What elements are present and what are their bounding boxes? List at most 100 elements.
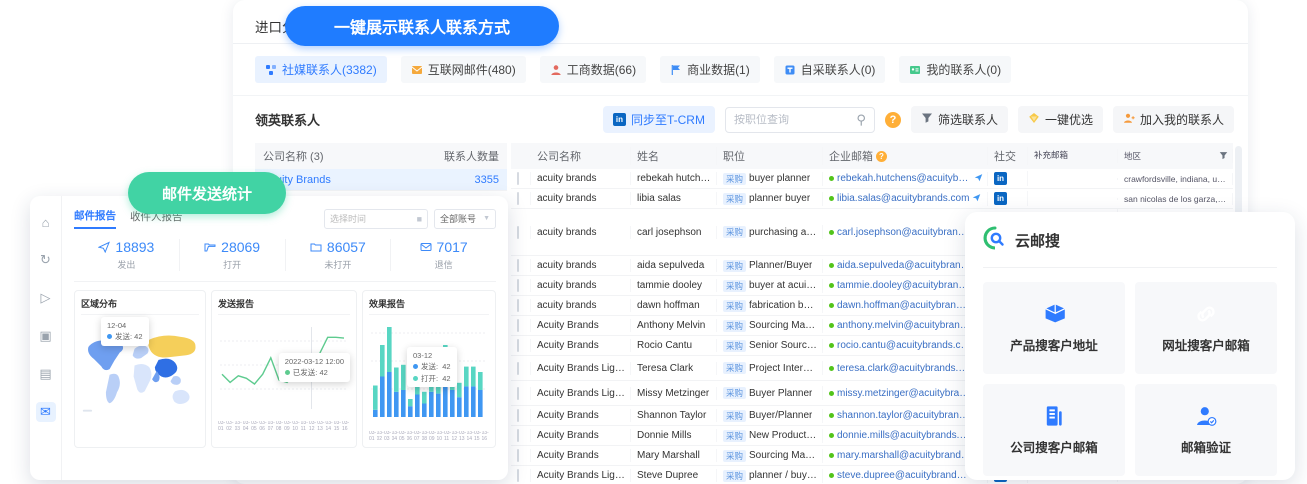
source-tab-2[interactable]: 工商数据(66): [540, 56, 646, 83]
account-select[interactable]: 全部账号 ▼: [434, 209, 496, 229]
cloud-tile-3[interactable]: 邮箱验证: [1135, 384, 1277, 476]
linkedin-icon[interactable]: in: [994, 172, 1007, 185]
contact-name: Donnie Mills: [631, 429, 717, 442]
contact-title: Senior Sourcing Man: [749, 340, 818, 351]
contact-name: Mary Marshall: [631, 449, 717, 462]
chart-title: 效果报告: [369, 297, 489, 315]
row-checkbox[interactable]: [517, 429, 519, 442]
send-email-icon[interactable]: [972, 193, 981, 205]
email-help-icon[interactable]: ?: [876, 151, 887, 162]
stat-label: 退信: [435, 258, 453, 271]
cloud-tile-label: 网址搜客户邮箱: [1162, 335, 1250, 354]
mail-icon[interactable]: ✉: [36, 402, 56, 422]
contact-title: buyer planner: [749, 173, 810, 184]
row-checkbox[interactable]: [517, 469, 519, 482]
position-search-input[interactable]: [734, 114, 856, 126]
row-checkbox[interactable]: [517, 409, 519, 422]
email-valid-dot: [829, 433, 834, 438]
email-valid-dot: [829, 196, 834, 201]
email-valid-dot: [829, 263, 834, 268]
contact-name: Missy Metzinger: [631, 387, 717, 400]
region-filter-icon[interactable]: [1219, 151, 1228, 162]
contact-title: Sourcing Manager: [749, 320, 818, 331]
search-icon[interactable]: ⚲: [856, 112, 866, 128]
person-icon: [550, 64, 562, 76]
line-tooltip: 2022-03-12 12:00 已发送: 42: [279, 353, 350, 382]
source-tab-4[interactable]: 自采联系人(0): [774, 56, 886, 83]
contact-name: Anthony Melvin: [631, 319, 717, 332]
contact-name: tammie dooley: [631, 279, 717, 292]
row-checkbox[interactable]: [517, 226, 519, 239]
email-valid-dot: [829, 473, 834, 478]
row-checkbox[interactable]: [517, 172, 519, 185]
contact-company: Acuity Brands: [531, 319, 631, 332]
row-checkbox[interactable]: [517, 319, 519, 332]
row-checkbox[interactable]: [517, 192, 519, 205]
contact-company: Acuity Brands Lighting: [531, 362, 631, 375]
cloud-tile-2[interactable]: 公司搜客户邮箱: [983, 384, 1125, 476]
send-icon[interactable]: ▷: [36, 288, 56, 308]
source-tab-3[interactable]: 商业数据(1): [660, 56, 760, 83]
row-checkbox[interactable]: [517, 387, 519, 400]
bar-tooltip: 03-12 发送: 42打开: 42: [407, 347, 457, 387]
contact-email: donnie.mills@acuitybrands.com: [837, 430, 971, 441]
row-checkbox[interactable]: [517, 362, 519, 375]
sync-tcrm-button[interactable]: in 同步至T-CRM: [603, 106, 715, 133]
cloud-tile-0[interactable]: 产品搜客户地址: [983, 282, 1125, 374]
row-checkbox[interactable]: [517, 299, 519, 312]
help-icon[interactable]: ?: [885, 112, 901, 128]
contact-company: acuity brands: [531, 172, 631, 185]
region-map-card: 区域分布 12-04 发送: 42: [74, 290, 206, 448]
briefcase-icon[interactable]: ▣: [36, 326, 56, 346]
purchase-tag: 采购: [723, 226, 746, 238]
stat-label: 发出: [117, 258, 135, 271]
purchase-tag: 采购: [723, 260, 746, 272]
stat-value: 7017: [437, 239, 468, 255]
gem-icon: [1028, 112, 1040, 127]
filter-contacts-button[interactable]: 筛选联系人: [911, 106, 1008, 133]
folder-open-icon: [204, 241, 216, 253]
home-icon[interactable]: ⌂: [36, 212, 56, 232]
send-email-icon[interactable]: [974, 173, 983, 185]
one-key-select-button[interactable]: 一键优选: [1018, 106, 1103, 133]
email-panel-tab-0[interactable]: 邮件报告: [74, 208, 116, 229]
contact-title: planner / buyer / pr: [749, 470, 818, 481]
report-icon[interactable]: ▤: [36, 364, 56, 384]
contact-name: libia salas: [631, 192, 717, 205]
source-tab-1[interactable]: 互联网邮件(480): [401, 56, 526, 83]
row-checkbox[interactable]: [517, 449, 519, 462]
purchase-tag: 采购: [723, 430, 746, 442]
company-row[interactable]: Acuity Brands3355: [255, 169, 507, 191]
row-checkbox[interactable]: [517, 339, 519, 352]
date-range-input[interactable]: 选择时间 ■: [324, 209, 428, 229]
email-valid-dot: [829, 453, 834, 458]
row-checkbox[interactable]: [517, 279, 519, 292]
purchase-tag: 采购: [723, 300, 746, 312]
linkedin-icon[interactable]: in: [994, 192, 1007, 205]
source-tab-5[interactable]: 我的联系人(0): [899, 56, 1011, 83]
history-icon[interactable]: ↻: [36, 250, 56, 270]
cloud-tools-grid: 产品搜客户地址网址搜客户邮箱公司搜客户邮箱 邮箱验证: [983, 282, 1277, 476]
cloud-tile-1[interactable]: 网址搜客户邮箱: [1135, 282, 1277, 374]
purchase-tag: 采购: [723, 173, 746, 185]
purchase-tag: 采购: [723, 320, 746, 332]
email-valid-dot: [829, 343, 834, 348]
cube-icon: [1042, 302, 1066, 326]
section-title: 领英联系人: [255, 110, 320, 129]
chevron-down-icon: ▼: [483, 215, 490, 222]
cloud-mail-search-panel: 云邮搜 产品搜客户地址网址搜客户邮箱公司搜客户邮箱邮箱验证: [965, 212, 1295, 480]
add-to-my-contacts-button[interactable]: 加入我的联系人: [1113, 106, 1234, 133]
source-tab-0[interactable]: 社媒联系人(3382): [255, 56, 387, 83]
contact-title: purchasing and sour: [749, 227, 818, 238]
contact-company: acuity brands: [531, 299, 631, 312]
contact-title: Project Intergration: [749, 363, 818, 374]
contact-name: Shannon Taylor: [631, 409, 717, 422]
contact-company: Acuity Brands: [531, 449, 631, 462]
stat-value: 86057: [327, 239, 366, 255]
contact-company: acuity brands: [531, 192, 631, 205]
purchase-tag: 采购: [723, 450, 746, 462]
row-checkbox[interactable]: [517, 259, 519, 272]
chart-title: 区域分布: [81, 297, 199, 315]
contact-table-header: 公司名称 姓名 职位 企业邮箱 ? 社交 补充邮箱 地区: [511, 143, 1233, 169]
cloud-tile-label: 公司搜客户邮箱: [1010, 437, 1098, 456]
